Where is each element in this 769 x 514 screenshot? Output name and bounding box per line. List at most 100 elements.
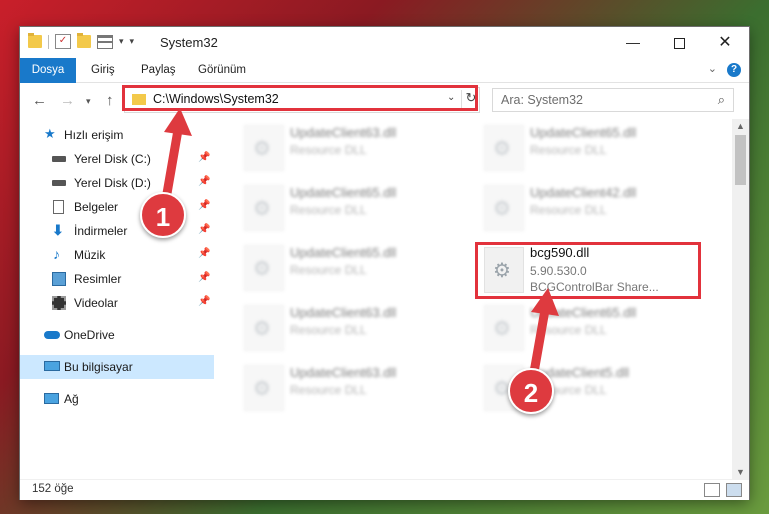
file-highlight-box <box>475 242 701 299</box>
pin-icon[interactable]: 📌 <box>198 200 210 211</box>
dll-file-icon <box>484 185 524 231</box>
pin-icon[interactable]: 📌 <box>198 272 210 283</box>
address-highlight-box <box>122 85 478 111</box>
file-item[interactable]: UpdateClient63.dll Resource DLL <box>238 121 468 173</box>
sidebar-item-downloads[interactable]: ⬇ İndirmeler 📌 <box>20 219 214 243</box>
sidebar-item-music[interactable]: ♪ Müzik 📌 <box>20 243 214 267</box>
cloud-icon <box>44 331 60 339</box>
file-description: Resource DLL <box>290 263 367 277</box>
file-name: UpdateClient63.dll <box>290 305 397 320</box>
pin-icon[interactable]: 📌 <box>198 248 210 259</box>
tab-giris[interactable]: Giriş <box>91 58 115 82</box>
customize-icon[interactable] <box>97 34 113 49</box>
file-name: UpdateClient63.dll <box>290 365 397 380</box>
file-name: UpdateClient65.dll <box>290 185 397 200</box>
maximize-icon <box>673 37 685 49</box>
pin-icon[interactable]: 📌 <box>198 224 210 235</box>
sidebar-item-label: Müzik <box>74 248 106 262</box>
file-item[interactable]: UpdateClient65.dll Resource DLL <box>238 181 468 233</box>
scroll-down-icon[interactable]: ▼ <box>736 467 745 477</box>
qa-dropdown-icon[interactable]: ▾ <box>130 36 135 47</box>
downloads-icon: ⬇ <box>52 222 64 238</box>
search-placeholder: Ara: System32 <box>501 93 583 107</box>
dll-file-icon <box>484 125 524 171</box>
item-count: 152 öğe <box>32 483 74 495</box>
pin-icon[interactable]: 📌 <box>198 152 210 163</box>
music-icon: ♪ <box>53 246 60 262</box>
tab-gorunum[interactable]: Görünüm <box>198 58 246 82</box>
file-description: Resource DLL <box>530 203 607 217</box>
new-folder-icon[interactable] <box>77 33 91 48</box>
file-name: UpdateClient65.dll <box>290 245 397 260</box>
ribbon-tabs: Dosya Giriş Paylaş Görünüm ⌄ ? <box>20 58 749 110</box>
sidebar-item-this-pc[interactable]: Bu bilgisayar <box>20 355 214 379</box>
file-description: Resource DLL <box>290 323 367 337</box>
maximize-button[interactable] <box>656 27 702 58</box>
vertical-scrollbar[interactable]: ▲ ▼ <box>732 119 749 479</box>
sidebar-item-onedrive[interactable]: OneDrive <box>20 323 214 347</box>
scroll-up-icon[interactable]: ▲ <box>736 121 745 131</box>
file-name: UpdateClient42.dll <box>530 185 637 200</box>
separator <box>48 34 49 49</box>
step-badge-1: 1 <box>140 192 186 238</box>
file-name: UpdateClient63.dll <box>290 125 397 140</box>
pin-icon[interactable]: 📌 <box>198 176 210 187</box>
help-icon[interactable]: ? <box>727 63 741 77</box>
tiles-view-icon[interactable] <box>726 483 742 497</box>
pictures-icon <box>52 272 66 286</box>
dll-file-icon <box>244 365 284 411</box>
sidebar-item-label: Yerel Disk (C:) <box>74 152 151 166</box>
minimize-button[interactable]: — <box>610 27 656 58</box>
dll-file-icon <box>244 245 284 291</box>
file-description: Resource DLL <box>290 383 367 397</box>
up-button[interactable]: ↑ <box>106 92 114 109</box>
file-item[interactable]: UpdateClient65.dll Resource DLL <box>238 241 468 293</box>
drive-icon <box>52 156 66 162</box>
chevron-down-icon[interactable]: ▾ <box>119 36 124 47</box>
file-item[interactable]: UpdateClient65.dll Resource DLL <box>478 301 708 353</box>
file-list: UpdateClient63.dll Resource DLL UpdateCl… <box>218 119 732 479</box>
search-input[interactable]: Ara: System32 ⌕ <box>492 88 734 112</box>
file-description: Resource DLL <box>530 143 607 157</box>
forward-button[interactable]: → <box>60 92 75 109</box>
pin-icon[interactable]: 📌 <box>198 296 210 307</box>
details-view-icon[interactable] <box>704 483 720 497</box>
file-name: UpdateClient65.dll <box>530 125 637 140</box>
sidebar-item-label: Resimler <box>74 272 122 286</box>
ribbon-expand-icon[interactable]: ⌄ <box>708 62 717 75</box>
sidebar-item-label: Videolar <box>74 296 118 310</box>
scroll-thumb[interactable] <box>735 135 746 185</box>
properties-check-icon[interactable]: ✓ <box>55 34 71 49</box>
step-badge-2: 2 <box>508 368 554 414</box>
folder-icon <box>28 33 42 48</box>
file-item[interactable]: UpdateClient63.dll Resource DLL <box>238 361 468 413</box>
status-bar: 152 öğe <box>20 479 749 500</box>
dll-file-icon <box>484 305 524 351</box>
sidebar-item-label: OneDrive <box>64 328 115 342</box>
file-description: Resource DLL <box>530 323 607 337</box>
quick-access-toolbar: ✓ ▾ ▾ <box>28 33 135 49</box>
dll-file-icon <box>244 305 284 351</box>
sidebar-item-label: Ağ <box>64 392 79 406</box>
computer-icon <box>44 361 60 371</box>
recent-locations-button[interactable]: ▾ <box>86 96 91 107</box>
sidebar-item-label: Bu bilgisayar <box>64 360 133 374</box>
sidebar-item-quick-access[interactable]: ★ Hızlı erişim <box>20 123 214 147</box>
sidebar-item-local-disk-c[interactable]: Yerel Disk (C:) 📌 <box>20 147 214 171</box>
sidebar-item-videos[interactable]: Videolar 📌 <box>20 291 214 315</box>
sidebar-item-pictures[interactable]: Resimler 📌 <box>20 267 214 291</box>
tab-paylas[interactable]: Paylaş <box>141 58 176 82</box>
file-item[interactable]: UpdateClient42.dll Resource DLL <box>478 181 708 233</box>
search-icon[interactable]: ⌕ <box>718 92 725 108</box>
window-title: System32 <box>160 35 218 50</box>
close-button[interactable]: ✕ <box>702 27 748 58</box>
back-button[interactable]: ← <box>32 92 47 109</box>
file-item[interactable]: UpdateClient65.dll Resource DLL <box>478 121 708 173</box>
file-item[interactable]: UpdateClient63.dll Resource DLL <box>238 301 468 353</box>
dll-file-icon <box>244 125 284 171</box>
navigation-pane: ★ Hızlı erişim Yerel Disk (C:) 📌 Yerel D… <box>20 119 214 479</box>
sidebar-item-local-disk-d[interactable]: Yerel Disk (D:) 📌 <box>20 171 214 195</box>
sidebar-item-network[interactable]: Ağ <box>20 387 214 411</box>
title-bar: ✓ ▾ ▾ System32 — ✕ <box>20 27 749 58</box>
explorer-window: ✓ ▾ ▾ System32 — ✕ Dosya Giriş Paylaş Gö… <box>20 27 749 500</box>
